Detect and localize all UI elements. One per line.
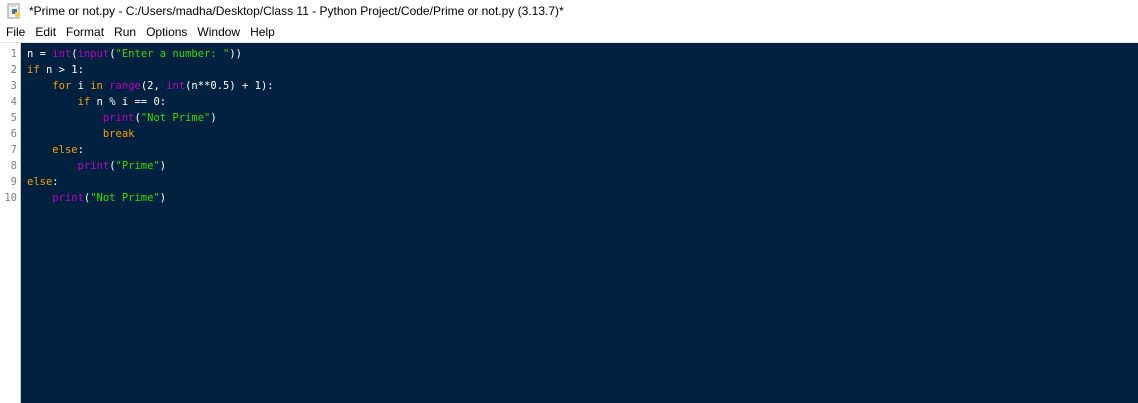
code-token-builtin: input (77, 48, 110, 60)
line-number: 7 (10, 144, 17, 156)
menu-file[interactable]: File (0, 22, 30, 43)
title-bar[interactable]: *Prime or not.py - C:/Users/madha/Deskto… (0, 0, 1138, 22)
code-token-builtin: range (109, 80, 141, 92)
code-line[interactable]: else: (27, 174, 274, 190)
line-number-list: 1 2 3 4 5 6 7 8 9 10 (0, 46, 17, 206)
code-token-string: "Not Prime" (140, 112, 211, 124)
code-token-builtin: print (102, 112, 135, 124)
line-number: 9 (10, 176, 17, 188)
code-token-string: "Not Prime" (90, 192, 160, 204)
code-token-plain: i (71, 80, 91, 92)
code-token-string: "Enter a number: " (115, 48, 230, 60)
line-number: 6 (10, 128, 17, 140)
code-token-plain: (2, (140, 80, 167, 92)
code-line[interactable]: if n > 1: (27, 62, 274, 78)
python-file-icon (7, 3, 23, 19)
code-token-plain: n % i == 0: (90, 96, 167, 108)
code-token-plain: n > 1: (39, 64, 84, 76)
menu-format[interactable]: Format (61, 22, 109, 43)
code-token-builtin: print (77, 160, 110, 172)
code-text[interactable]: n = int(input("Enter a number: ")) if n >… (27, 46, 274, 206)
code-token-keyword: if (27, 64, 40, 76)
code-token-builtin: int (52, 48, 72, 60)
code-line[interactable]: print("Not Prime") (27, 110, 274, 126)
line-number-gutter: 1 2 3 4 5 6 7 8 9 10 (0, 43, 21, 403)
code-token-plain: : (52, 176, 59, 188)
code-token-keyword: else (52, 144, 78, 156)
code-line[interactable]: print("Not Prime") (27, 190, 274, 206)
code-token-string: "Prime" (115, 160, 160, 172)
line-number: 2 (10, 64, 17, 76)
menu-run[interactable]: Run (109, 22, 141, 43)
menu-options[interactable]: Options (141, 22, 192, 43)
code-token-plain: ) (159, 192, 167, 204)
window-title: *Prime or not.py - C:/Users/madha/Deskto… (29, 4, 564, 18)
code-token-plain: n = (27, 48, 53, 60)
line-number: 3 (10, 80, 17, 92)
code-line[interactable]: print("Prime") (27, 158, 274, 174)
menu-bar: File Edit Format Run Options Window Help (0, 22, 1138, 43)
code-token-builtin: print (52, 192, 84, 204)
code-line[interactable]: else: (27, 142, 274, 158)
code-token-keyword: else (27, 176, 53, 188)
code-token-keyword: if (77, 96, 91, 108)
code-line[interactable]: n = int(input("Enter a number: ")) (27, 46, 274, 62)
code-token-plain: (n**0.5) + 1): (185, 80, 274, 92)
code-token-keyword: for (52, 80, 72, 92)
line-number: 8 (10, 160, 17, 172)
menu-help[interactable]: Help (245, 22, 280, 43)
code-line[interactable]: break (27, 126, 274, 142)
menu-edit[interactable]: Edit (30, 22, 61, 43)
code-token-keyword: break (102, 128, 135, 140)
line-number: 5 (10, 112, 17, 124)
menu-window[interactable]: Window (192, 22, 245, 43)
code-line[interactable]: if n % i == 0: (27, 94, 274, 110)
code-editor[interactable]: 1 2 3 4 5 6 7 8 9 10 n = int(input("Enter a numbe… (0, 43, 1138, 403)
code-token-plain: : (77, 144, 84, 156)
code-token-builtin: int (166, 80, 186, 92)
code-token-keyword: in (90, 80, 103, 92)
code-token-plain: )) (229, 48, 242, 60)
line-number: 4 (10, 96, 17, 108)
idle-editor-window: *Prime or not.py - C:/Users/madha/Deskto… (0, 0, 1138, 403)
code-token-plain: ) (159, 160, 167, 172)
line-number: 1 (10, 48, 17, 60)
code-token-plain: ) (210, 112, 217, 124)
code-line[interactable]: for i in range(2, int(n**0.5) + 1): (27, 78, 274, 94)
line-number: 10 (4, 192, 17, 204)
